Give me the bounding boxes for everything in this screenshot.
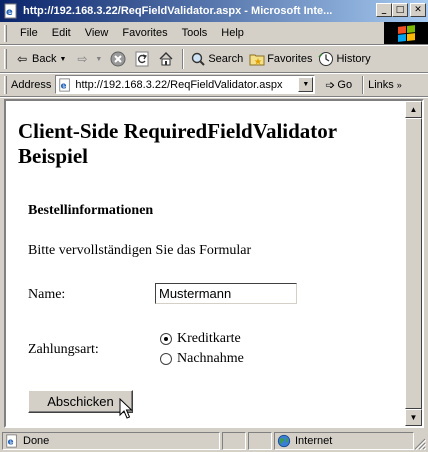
close-button[interactable]: ✕	[410, 3, 426, 17]
address-input[interactable]: e http://192.168.3.22/ReqFieldValidator.…	[55, 75, 316, 94]
refresh-icon	[135, 51, 149, 67]
address-url: http://192.168.3.22/ReqFieldValidator.as…	[75, 78, 283, 91]
back-dropdown-icon[interactable]: ▼	[59, 56, 66, 63]
menu-bar: File Edit View Favorites Tools Help	[0, 22, 428, 45]
forward-arrow-icon: ⇨	[77, 52, 88, 66]
name-input[interactable]: Mustermann	[155, 283, 297, 304]
radio-kreditkarte-label: Kreditkarte	[177, 331, 241, 346]
address-bar: Address e http://192.168.3.22/ReqFieldVa…	[0, 73, 428, 97]
menu-view[interactable]: View	[78, 27, 116, 39]
page-viewport: Client-Side RequiredFieldValidator Beisp…	[4, 99, 424, 428]
status-zone: Internet	[295, 434, 333, 447]
toolbar-grip	[4, 49, 7, 69]
web-page: Client-Side RequiredFieldValidator Beisp…	[6, 101, 405, 426]
favorites-button[interactable]: Favorites	[246, 48, 315, 70]
menu-favorites[interactable]: Favorites	[115, 27, 174, 39]
ie-page-icon: e	[59, 77, 71, 92]
menu-tools[interactable]: Tools	[175, 27, 215, 39]
maximize-button[interactable]: □	[392, 3, 408, 17]
history-icon	[318, 52, 334, 66]
scroll-thumb[interactable]	[405, 118, 422, 409]
svg-text:e: e	[61, 81, 67, 91]
payment-option-kreditkarte[interactable]: Kreditkarte	[160, 331, 241, 347]
refresh-button[interactable]	[131, 48, 155, 70]
scroll-down-icon[interactable]: ▼	[405, 409, 422, 426]
status-pane-empty	[248, 431, 272, 450]
minimize-button[interactable]: _	[376, 3, 392, 17]
section-title: Bestellinformationen	[28, 203, 154, 218]
search-button[interactable]: Search	[187, 48, 246, 70]
radio-nachnahme[interactable]	[160, 353, 172, 365]
history-button[interactable]: History	[315, 48, 373, 70]
ie-page-icon: e	[6, 433, 17, 448]
payment-option-nachnahme[interactable]: Nachnahme	[160, 351, 244, 367]
radio-nachnahme-label: Nachnahme	[177, 351, 244, 366]
window-controls: _ □ ✕	[376, 3, 426, 17]
home-icon	[159, 52, 173, 66]
intro-text: Bitte vervollständigen Sie das Formular	[28, 243, 252, 258]
scroll-up-icon[interactable]: ▲	[405, 101, 422, 118]
resize-grip-icon[interactable]	[414, 438, 426, 450]
status-bar: e Done Internet	[0, 429, 428, 452]
links-button[interactable]: Links	[368, 79, 394, 91]
menu-grip	[4, 24, 7, 42]
address-grip	[4, 75, 7, 94]
page-heading: Client-Side RequiredFieldValidator Beisp…	[18, 119, 337, 168]
favorites-folder-icon	[249, 54, 265, 66]
links-separator	[362, 75, 365, 94]
stop-button[interactable]	[107, 48, 131, 70]
svg-text:e: e	[6, 7, 13, 18]
address-dropdown-icon[interactable]: ▼	[298, 77, 314, 92]
mouse-cursor-icon	[119, 398, 133, 419]
status-text: Done	[23, 434, 50, 447]
svg-text:e: e	[8, 437, 14, 447]
submit-button[interactable]: Abschicken	[28, 390, 133, 413]
status-text-pane: e Done	[2, 431, 220, 450]
forward-button[interactable]: ⇨ ▼	[71, 48, 107, 70]
stop-icon	[110, 51, 126, 67]
history-label: History	[336, 53, 371, 65]
status-pane-empty	[222, 431, 246, 450]
ie-page-icon: e	[4, 3, 17, 19]
menu-file[interactable]: File	[13, 27, 45, 39]
go-button[interactable]: ➩ Go	[325, 78, 352, 92]
home-button[interactable]	[155, 48, 179, 70]
menu-help[interactable]: Help	[214, 27, 251, 39]
windows-logo	[384, 22, 428, 44]
back-arrow-icon: ⇦	[16, 52, 28, 66]
radio-kreditkarte[interactable]	[160, 333, 172, 345]
back-button[interactable]: ⇦ Back ▼	[11, 48, 71, 70]
back-label: Back	[32, 53, 57, 65]
standard-toolbar: ⇦ Back ▼ ⇨ ▼ Search Favorites History	[0, 46, 428, 73]
address-label: Address	[11, 78, 52, 91]
globe-icon	[277, 434, 291, 447]
window-title: http://192.168.3.22/ReqFieldValidator.as…	[23, 5, 333, 17]
vertical-scrollbar[interactable]: ▲ ▼	[405, 101, 422, 426]
go-label: Go	[337, 78, 353, 91]
search-label: Search	[208, 53, 244, 65]
name-label: Name:	[28, 287, 66, 302]
payment-label: Zahlungsart:	[28, 342, 99, 357]
status-zone-pane: Internet	[274, 431, 414, 450]
go-arrow-icon: ➩	[325, 77, 336, 92]
title-bar: e http://192.168.3.22/ReqFieldValidator.…	[0, 0, 428, 22]
search-icon	[192, 52, 206, 66]
menu-edit[interactable]: Edit	[45, 27, 78, 39]
links-chevron-icon[interactable]: »	[397, 80, 402, 90]
favorites-label: Favorites	[267, 53, 313, 65]
forward-dropdown-icon[interactable]: ▼	[95, 56, 102, 63]
toolbar-separator	[182, 49, 185, 69]
